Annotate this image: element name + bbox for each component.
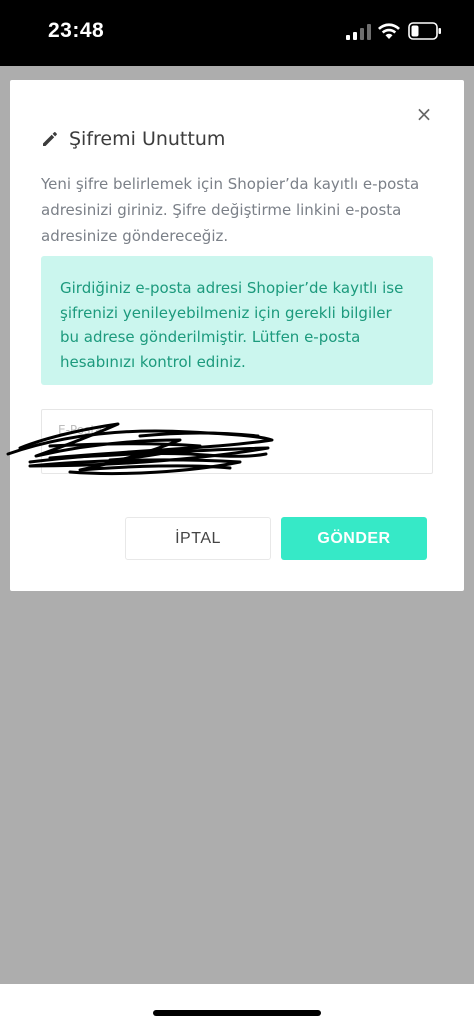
wifi-icon — [378, 23, 400, 39]
pencil-icon — [43, 132, 57, 146]
modal-description: Yeni şifre belirlemek için Shopier’da ka… — [41, 175, 420, 245]
success-alert: Girdiğiniz e-posta adresi Shopier’de kay… — [41, 256, 433, 385]
forgot-password-modal: × Şifremi Unuttum Yeni şifre belirlemek … — [10, 80, 464, 591]
cellular-signal-icon — [346, 24, 371, 40]
redaction-scribble — [6, 422, 274, 476]
cancel-button[interactable]: İPTAL — [125, 517, 271, 560]
modal-header: Şifremi Unuttum — [41, 127, 225, 151]
modal-title: Şifremi Unuttum — [69, 128, 226, 150]
status-bar: 23:48 — [0, 0, 474, 66]
submit-button[interactable]: GÖNDER — [281, 517, 427, 560]
battery-icon — [408, 22, 441, 40]
home-indicator[interactable] — [153, 1010, 321, 1016]
close-button[interactable]: × — [414, 103, 434, 125]
status-time: 23:48 — [48, 19, 105, 42]
home-area — [0, 984, 474, 1025]
